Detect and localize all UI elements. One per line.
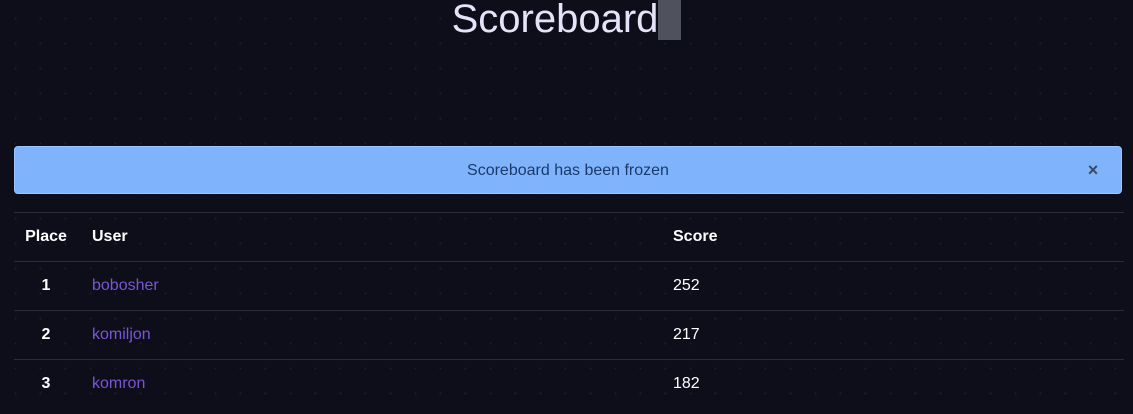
column-header-score: Score (673, 212, 1124, 262)
table-header-row: Place User Score (14, 212, 1124, 262)
close-icon[interactable]: × (1086, 159, 1100, 181)
typing-cursor (658, 0, 682, 40)
column-header-user: User (78, 212, 673, 262)
column-header-place: Place (14, 212, 78, 262)
place-cell: 2 (14, 310, 78, 360)
page-title: Scoreboard (0, 0, 1133, 42)
frozen-alert: Scoreboard has been frozen × (14, 146, 1122, 194)
place-cell: 1 (14, 261, 78, 311)
score-cell: 217 (673, 310, 1124, 360)
table-row: 2 komiljon 217 (14, 310, 1124, 360)
table-row: 1 bobosher 252 (14, 261, 1124, 311)
score-cell: 252 (673, 261, 1124, 311)
user-link[interactable]: komiljon (92, 326, 151, 343)
user-cell: komron (78, 359, 673, 408)
user-cell: bobosher (78, 261, 673, 311)
user-link[interactable]: komron (92, 375, 145, 392)
place-cell: 3 (14, 359, 78, 408)
alert-message: Scoreboard has been frozen (467, 162, 669, 179)
scoreboard-table: Place User Score 1 bobosher 252 2 komilj… (14, 212, 1124, 408)
table-row: 3 komron 182 (14, 359, 1124, 408)
score-cell: 182 (673, 359, 1124, 408)
user-cell: komiljon (78, 310, 673, 360)
page-title-text: Scoreboard (451, 0, 659, 41)
user-link[interactable]: bobosher (92, 277, 159, 294)
